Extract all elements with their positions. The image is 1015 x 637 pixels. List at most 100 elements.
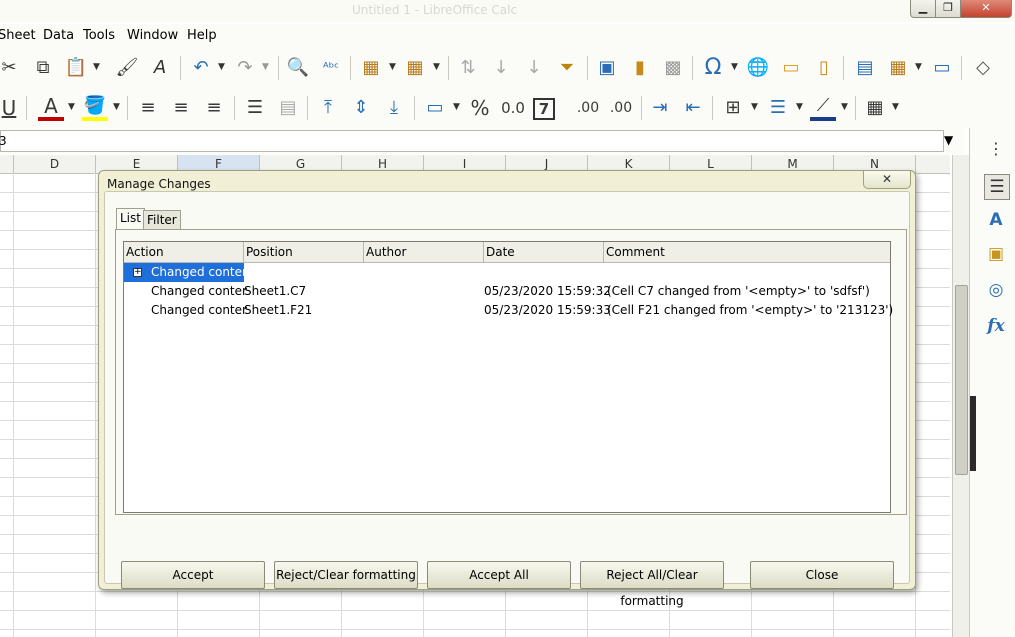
- menu-data[interactable]: Data: [43, 28, 74, 43]
- maximize-button[interactable]: ❐: [935, 0, 961, 18]
- sort-descending-icon[interactable]: ↓: [521, 55, 547, 81]
- undo-dropdown-icon[interactable]: ▼: [218, 62, 225, 72]
- close-window-button[interactable]: ✕: [960, 0, 1012, 18]
- borders-icon[interactable]: ⊞: [720, 95, 746, 121]
- clone-formatting-icon[interactable]: 🖌: [114, 55, 140, 81]
- hyperlink-icon[interactable]: 🌐: [745, 55, 771, 81]
- image-icon[interactable]: ▣: [594, 55, 620, 81]
- list-item[interactable]: Changed conter Sheet1.C7 05/23/2020 15:5…: [124, 282, 890, 301]
- decrease-indent-icon[interactable]: ⇤: [680, 95, 706, 121]
- scrollbar-thumb[interactable]: [955, 285, 968, 475]
- border-style-dropdown-icon[interactable]: ▼: [796, 102, 803, 112]
- copy-icon[interactable]: ⧉: [30, 55, 56, 81]
- tab-list[interactable]: List: [116, 208, 145, 230]
- borders-dropdown-icon[interactable]: ▼: [751, 102, 758, 112]
- minimize-button[interactable]: ▁: [910, 0, 936, 18]
- dialog-close-button[interactable]: ✕: [863, 171, 911, 189]
- delete-decimal-place-icon[interactable]: .00: [608, 95, 634, 121]
- list-item[interactable]: + Changed conter: [124, 263, 890, 282]
- sidebar-menu-icon[interactable]: ⋮: [984, 136, 1008, 160]
- special-character-dropdown-icon[interactable]: ▼: [731, 62, 738, 72]
- functions-icon[interactable]: fx: [984, 314, 1008, 338]
- split-window-icon[interactable]: ▭: [929, 55, 955, 81]
- date-format-icon[interactable]: 7: [533, 98, 555, 120]
- align-top-icon[interactable]: ⤒: [315, 95, 341, 121]
- sort-ascending-icon[interactable]: ↓: [488, 55, 514, 81]
- menu-tools[interactable]: Tools: [83, 28, 115, 43]
- sort-icon[interactable]: ⇅: [455, 55, 481, 81]
- row-icon[interactable]: ▦: [358, 55, 384, 81]
- expand-icon[interactable]: +: [133, 268, 142, 277]
- increase-indent-icon[interactable]: ⇥: [647, 95, 673, 121]
- undo-icon[interactable]: ↶: [188, 55, 214, 81]
- sidebar-collapse-handle[interactable]: [970, 396, 976, 471]
- border-color-dropdown-icon[interactable]: ▼: [841, 102, 848, 112]
- merge-cells-icon[interactable]: ▤: [275, 95, 301, 121]
- wrap-text-icon[interactable]: ☰: [242, 95, 268, 121]
- close-button[interactable]: Close: [750, 561, 894, 589]
- center-vertically-icon[interactable]: ⇕: [348, 95, 374, 121]
- reject-all-button[interactable]: Reject All/Clear formatting: [580, 561, 724, 608]
- tab-filter[interactable]: Filter: [143, 210, 181, 230]
- column-header-author[interactable]: Author: [364, 242, 484, 262]
- spelling-icon[interactable]: ᴬᵇᶜ: [318, 55, 344, 81]
- redo-icon[interactable]: ↷: [232, 55, 258, 81]
- name-box[interactable]: 3: [0, 130, 944, 152]
- row-dropdown-icon[interactable]: ▼: [389, 62, 396, 72]
- paste-icon[interactable]: 📋: [63, 55, 89, 81]
- cut-icon[interactable]: ✂: [0, 55, 22, 81]
- menu-sheet[interactable]: Sheet: [0, 28, 36, 43]
- percent-format-icon[interactable]: %: [467, 95, 493, 121]
- define-print-area-icon[interactable]: ▤: [852, 55, 878, 81]
- accept-button[interactable]: Accept: [121, 561, 265, 589]
- chart-icon[interactable]: ▮: [627, 55, 653, 81]
- add-decimal-place-icon[interactable]: .00: [575, 95, 601, 121]
- font-color-icon[interactable]: A: [38, 95, 64, 121]
- styles-icon[interactable]: A: [984, 208, 1008, 232]
- find-replace-icon[interactable]: 🔍: [285, 55, 311, 81]
- conditional-format-icon[interactable]: ▦: [862, 95, 888, 121]
- pivot-table-icon[interactable]: ▩: [660, 55, 686, 81]
- gallery-icon[interactable]: ▣: [984, 242, 1008, 266]
- redo-dropdown-icon[interactable]: ▼: [262, 62, 269, 72]
- conditional-format-dropdown-icon[interactable]: ▼: [892, 102, 899, 112]
- clear-formatting-icon[interactable]: A: [147, 55, 173, 81]
- changes-list[interactable]: Action Position Author Date Comment + Ch…: [123, 241, 893, 513]
- align-bottom-icon[interactable]: ⤓: [381, 95, 407, 121]
- border-color-icon[interactable]: ⟋: [810, 95, 836, 121]
- freeze-dropdown-icon[interactable]: ▼: [915, 62, 922, 72]
- number-format-icon[interactable]: 0.0: [500, 95, 526, 121]
- column-header-d[interactable]: D: [14, 155, 96, 173]
- menu-help[interactable]: Help: [187, 28, 217, 43]
- reject-button[interactable]: Reject/Clear formatting: [274, 561, 418, 589]
- comment-icon[interactable]: ▭: [778, 55, 804, 81]
- properties-icon[interactable]: ☰: [984, 174, 1010, 200]
- align-center-icon[interactable]: ≡: [168, 95, 194, 121]
- column-header-action[interactable]: Action: [124, 242, 244, 262]
- header-footer-icon[interactable]: ▯: [811, 55, 837, 81]
- accept-all-button[interactable]: Accept All: [427, 561, 571, 589]
- show-draw-functions-icon[interactable]: ◇: [970, 55, 996, 81]
- column-dropdown-icon[interactable]: ▼: [433, 62, 440, 72]
- special-character-icon[interactable]: Ω: [700, 55, 726, 81]
- navigator-icon[interactable]: ◎: [984, 278, 1008, 302]
- column-header-date[interactable]: Date: [484, 242, 604, 262]
- underline-icon[interactable]: U: [0, 95, 22, 121]
- column-header-position[interactable]: Position: [244, 242, 364, 262]
- column-icon[interactable]: ▦: [402, 55, 428, 81]
- highlight-color-icon[interactable]: 🪣: [82, 95, 108, 121]
- menu-window[interactable]: Window: [127, 28, 178, 43]
- list-item[interactable]: Changed conter Sheet1.F21 05/23/2020 15:…: [124, 301, 893, 320]
- currency-dropdown-icon[interactable]: ▼: [453, 102, 460, 112]
- font-color-dropdown-icon[interactable]: ▼: [68, 102, 75, 112]
- paste-dropdown-icon[interactable]: ▼: [93, 62, 100, 72]
- highlight-dropdown-icon[interactable]: ▼: [113, 102, 120, 112]
- border-style-icon[interactable]: ☰: [765, 95, 791, 121]
- align-right-icon[interactable]: ≡: [201, 95, 227, 121]
- freeze-rows-icon[interactable]: ▦: [885, 55, 911, 81]
- align-left-icon[interactable]: ≡: [135, 95, 161, 121]
- column-header-comment[interactable]: Comment: [604, 242, 890, 262]
- vertical-scrollbar[interactable]: [952, 155, 969, 637]
- formula-expand-icon[interactable]: ▼: [944, 133, 953, 147]
- currency-format-icon[interactable]: ▭: [422, 95, 448, 121]
